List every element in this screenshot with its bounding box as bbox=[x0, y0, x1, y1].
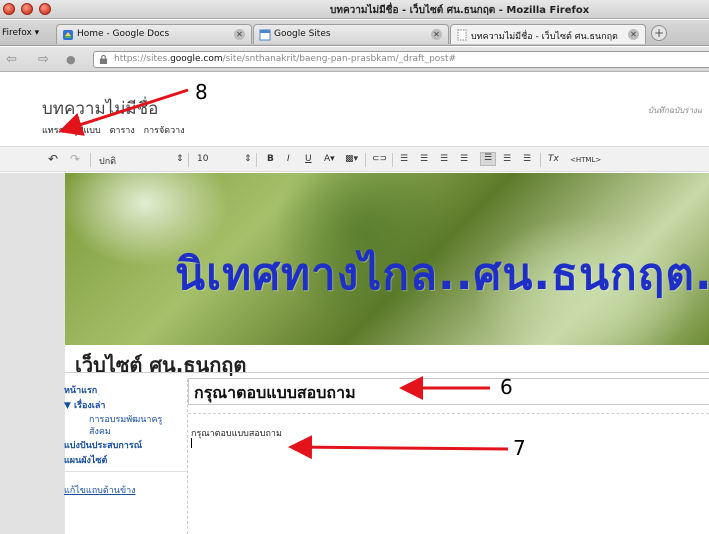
site-preview: นิเทศทางไกล..ศน.ธนกฤต.. เว็บไซต์ ศน.ธนกฤ… bbox=[64, 173, 709, 534]
post-title-field[interactable]: กรุณาตอบแบบสอบถาม bbox=[188, 378, 709, 405]
tab-label: บทความไม่มีชื่อ - เว็บไซต์ ศน.ธนกฤต bbox=[471, 32, 618, 42]
site-banner: นิเทศทางไกล..ศน.ธนกฤต.. bbox=[65, 173, 709, 345]
style-select-arrow-icon[interactable]: ⇕ bbox=[176, 154, 184, 164]
toolbar-divider bbox=[256, 153, 257, 167]
url-bar[interactable]: https://sites.google.com/site/snthanakri… bbox=[93, 51, 709, 68]
window-title: บทความไม่มีชื่อ - เว็บไซต์ ศน.ธนกฤต - Mo… bbox=[330, 5, 590, 16]
url-prefix: https://sites. bbox=[114, 54, 171, 64]
align-left-icon[interactable]: ☰ bbox=[480, 152, 496, 166]
window-titlebar: บทความไม่มีชื่อ - เว็บไซต์ ศน.ธนกฤต - Mo… bbox=[0, 0, 709, 19]
italic-icon[interactable]: I bbox=[287, 154, 290, 164]
navigation-toolbar: ⇦ ⇨ ● https://sites.google.com/site/snth… bbox=[0, 47, 709, 72]
toolbar-divider bbox=[90, 153, 91, 167]
url-domain: google.com bbox=[170, 54, 223, 64]
url-path: /site/snthanakrit/baeng-pan-prasbkam/_dr… bbox=[222, 54, 457, 64]
close-tab-icon[interactable]: ✕ bbox=[628, 29, 639, 40]
close-tab-icon[interactable]: ✕ bbox=[431, 29, 442, 40]
post-body-text: กรุณาตอบแบบสอบถาม bbox=[191, 429, 282, 439]
zoom-window-button[interactable] bbox=[39, 3, 51, 15]
annotation-label-6: 6 bbox=[500, 375, 513, 399]
annotation-label-8: 8 bbox=[195, 80, 208, 104]
indent-less-icon[interactable]: ☰ bbox=[440, 154, 448, 164]
undo-icon[interactable]: ↶ bbox=[48, 152, 58, 166]
tab-draft-post[interactable]: บทความไม่มีชื่อ - เว็บไซต์ ศน.ธนกฤต ✕ bbox=[450, 24, 646, 44]
underline-icon[interactable]: U bbox=[305, 154, 312, 164]
sidebar-item-share-experience[interactable]: แบ่งปันประสบการณ์ bbox=[64, 438, 142, 452]
close-tab-icon[interactable]: ✕ bbox=[234, 29, 245, 40]
text-color-icon[interactable]: A▾ bbox=[324, 154, 335, 164]
sidebar-item-society[interactable]: สังคม bbox=[89, 424, 111, 438]
menu-insert[interactable]: แทรก bbox=[42, 126, 64, 136]
text-caret bbox=[191, 438, 192, 448]
banner-text: นิเทศทางไกล..ศน.ธนกฤต.. bbox=[175, 249, 709, 300]
forward-arrow-icon[interactable]: ⇨ bbox=[38, 52, 49, 67]
page-content: บทความไม่มีชื่อ บันทึกฉบับร่างแ แทรก รูป… bbox=[0, 73, 709, 534]
post-body-editor[interactable]: กรุณาตอบแบบสอบถาม bbox=[188, 413, 709, 534]
back-arrow-icon[interactable]: ⇦ bbox=[6, 52, 17, 67]
menu-format[interactable]: รูปแบบ bbox=[73, 126, 101, 136]
left-gutter bbox=[0, 173, 65, 534]
bold-icon[interactable]: B bbox=[267, 154, 274, 164]
edit-sidebar-link[interactable]: แก้ไขแถบด้านข้าง bbox=[64, 483, 136, 497]
align-center-icon[interactable]: ☰ bbox=[503, 154, 511, 164]
indent-more-icon[interactable]: ☰ bbox=[460, 154, 468, 164]
draft-saved-note: บันทึกฉบับร่างแ bbox=[648, 106, 703, 115]
clear-formatting-icon[interactable]: Tx bbox=[548, 154, 559, 164]
numbered-list-icon[interactable]: ☰ bbox=[400, 154, 408, 164]
tab-bar: Firefox ▾ Home - Google Docs ✕ Google Si… bbox=[0, 20, 709, 46]
highlight-color-icon[interactable]: ▩▾ bbox=[345, 154, 358, 164]
minimize-window-button[interactable] bbox=[21, 3, 33, 15]
site-identity-icon[interactable]: ● bbox=[66, 53, 76, 66]
redo-icon[interactable]: ↷ bbox=[70, 152, 80, 166]
style-select[interactable]: ปกติ bbox=[99, 154, 116, 168]
page-title[interactable]: บทความไม่มีชื่อ bbox=[42, 95, 158, 122]
editor-menu: แทรก รูปแบบ ตาราง การจัดวาง bbox=[42, 123, 191, 137]
lock-icon bbox=[99, 55, 108, 64]
sidebar-item-home[interactable]: หน้าแรก bbox=[64, 383, 97, 397]
tab-google-sites[interactable]: Google Sites ✕ bbox=[253, 24, 449, 44]
sidebar-divider bbox=[65, 471, 187, 472]
link-icon[interactable]: ⊂⊃ bbox=[372, 154, 387, 164]
sidebar-item-stories[interactable]: ▼ เรื่องเล่า bbox=[64, 398, 105, 412]
google-docs-icon bbox=[63, 30, 73, 40]
site-divider bbox=[65, 372, 709, 373]
bulleted-list-icon[interactable]: ☰ bbox=[420, 154, 428, 164]
html-button[interactable]: <HTML> bbox=[570, 156, 601, 164]
google-sites-icon bbox=[259, 29, 271, 41]
toolbar-divider bbox=[365, 153, 366, 167]
tab-label: Google Sites bbox=[274, 29, 331, 39]
format-toolbar: ↶ ↷ ปกติ ⇕ 10 ⇕ B I U A▾ ▩▾ ⊂⊃ ☰ ☰ ☰ ☰ ☰… bbox=[0, 146, 709, 172]
blank-page-icon bbox=[457, 29, 467, 41]
site-name: เว็บไซต์ ศน.ธนกฤต bbox=[75, 353, 247, 377]
annotation-label-7: 7 bbox=[513, 436, 526, 460]
close-window-button[interactable] bbox=[3, 3, 15, 15]
tab-google-docs[interactable]: Home - Google Docs ✕ bbox=[56, 24, 252, 44]
firefox-menu-button[interactable]: Firefox ▾ bbox=[2, 28, 39, 38]
menu-layout[interactable]: การจัดวาง bbox=[144, 126, 185, 136]
post-title-text: กรุณาตอบแบบสอบถาม bbox=[194, 383, 356, 402]
toolbar-divider bbox=[188, 153, 189, 167]
new-tab-button[interactable]: + bbox=[651, 25, 667, 41]
editor-header: บทความไม่มีชื่อ บันทึกฉบับร่างแ แทรก รูป… bbox=[0, 73, 709, 139]
menu-table[interactable]: ตาราง bbox=[110, 126, 135, 136]
font-size-arrow-icon[interactable]: ⇕ bbox=[244, 154, 252, 164]
site-sidebar: หน้าแรก ▼ เรื่องเล่า การอบรมพัฒนาครู สัง… bbox=[64, 379, 187, 529]
align-right-icon[interactable]: ☰ bbox=[523, 154, 531, 164]
toolbar-divider bbox=[392, 153, 393, 167]
toolbar-divider bbox=[540, 153, 541, 167]
tab-label: Home - Google Docs bbox=[77, 29, 170, 39]
sidebar-item-sitemap[interactable]: แผนผังไซต์ bbox=[64, 453, 107, 467]
font-size-select[interactable]: 10 bbox=[197, 154, 208, 164]
